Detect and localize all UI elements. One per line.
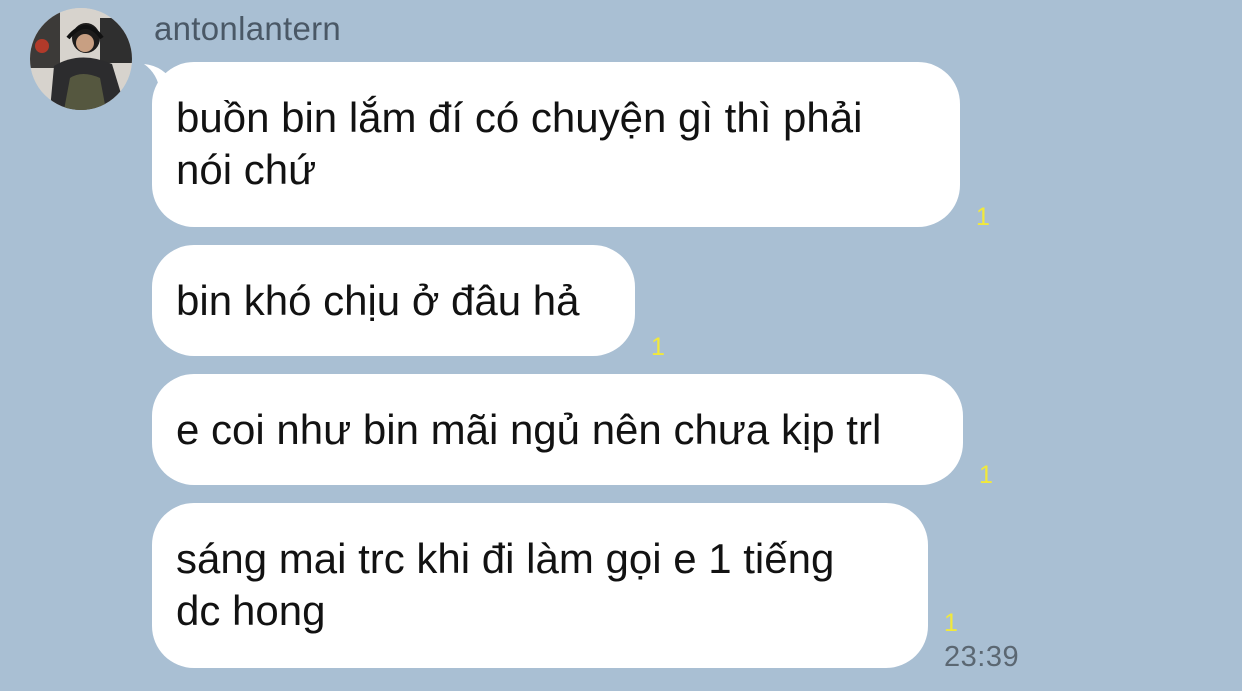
read-count: 1 <box>976 203 990 231</box>
message-bubble[interactable]: e coi như bin mãi ngủ nên chưa kịp trl <box>152 374 963 485</box>
message-bubble[interactable]: sáng mai trc khi đi làm gọi e 1 tiếng dc… <box>152 503 928 668</box>
read-count: 1 <box>944 609 958 637</box>
message-text: e coi như bin mãi ngủ nên chưa kịp trl <box>176 406 882 453</box>
avatar[interactable] <box>30 8 132 110</box>
message-timestamp: 23:39 <box>944 641 1020 673</box>
sender-name: antonlantern <box>154 10 342 47</box>
message-bubble[interactable]: bin khó chịu ở đâu hả <box>152 245 635 356</box>
read-count: 1 <box>651 333 665 361</box>
message-text: bin khó chịu ở đâu hả <box>176 277 580 324</box>
message-text: dc hong <box>176 587 326 634</box>
message-bubble[interactable]: buồn bin lắm đí có chuyện gì thì phải nó… <box>152 62 960 227</box>
read-count: 1 <box>979 461 993 489</box>
message-text: nói chứ <box>176 146 317 193</box>
message-text: sáng mai trc khi đi làm gọi e 1 tiếng <box>176 535 835 582</box>
message-text: buồn bin lắm đí có chuyện gì thì phải <box>176 94 863 141</box>
avatar-photo <box>30 8 132 110</box>
